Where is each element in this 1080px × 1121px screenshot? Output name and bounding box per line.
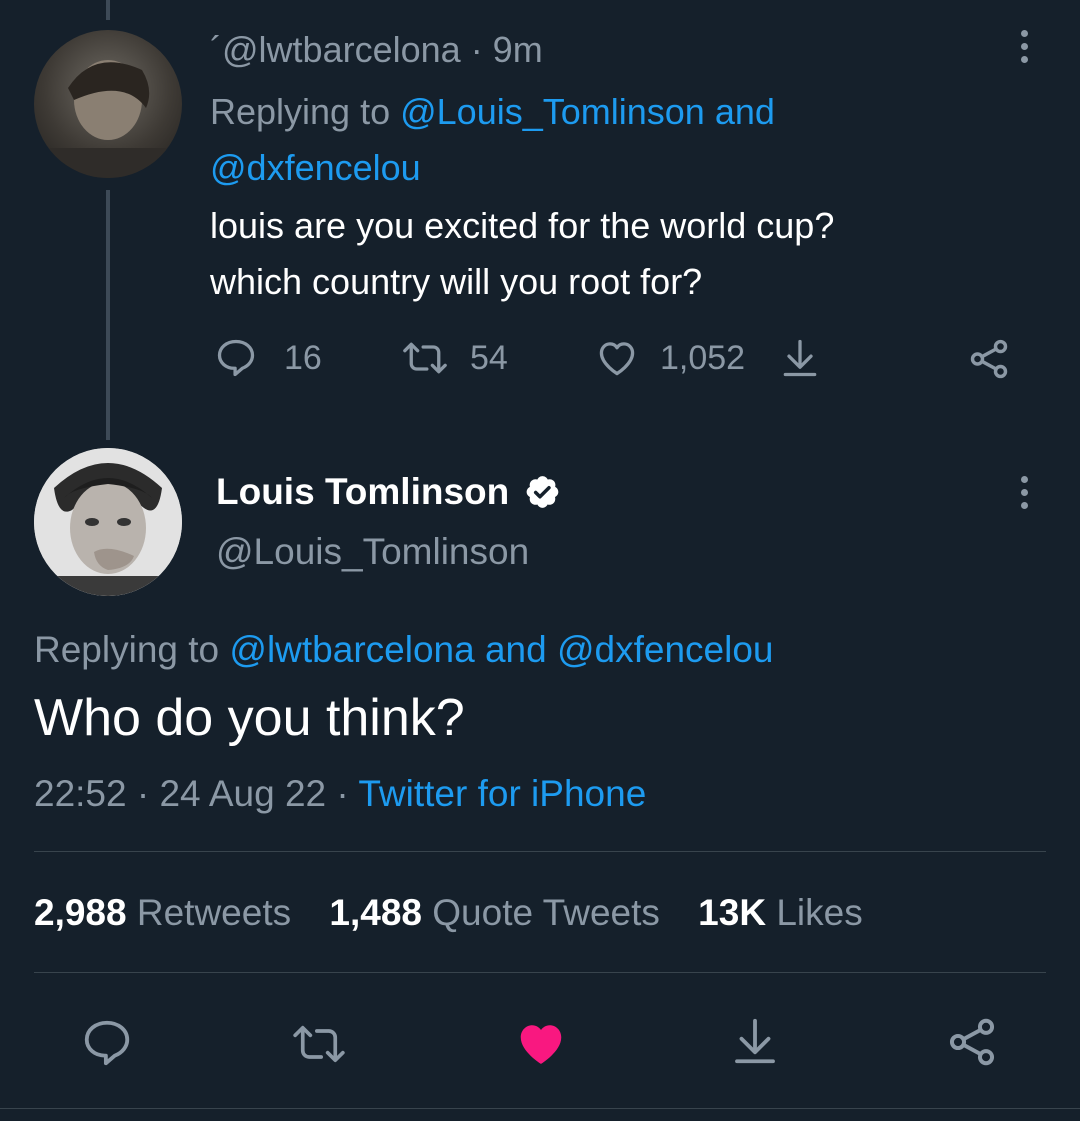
main-replying-to: Replying to @lwtbarcelona and @dxfencelo… bbox=[34, 626, 774, 674]
avatar-louis-tomlinson[interactable] bbox=[34, 448, 182, 596]
reply-replying-to: Replying to @Louis_Tomlinson and @dxfenc… bbox=[210, 84, 910, 196]
reply-text-line2: which country will you root for? bbox=[210, 261, 703, 302]
retweet-button[interactable]: 54 bbox=[398, 336, 508, 380]
reply-header: ´@lwtbarcelona · 9m bbox=[210, 28, 543, 72]
retweet-icon bbox=[403, 342, 447, 374]
main-retweet-button[interactable] bbox=[286, 1018, 352, 1070]
share-icon bbox=[970, 339, 1008, 379]
author-name-row: Louis Tomlinson bbox=[216, 470, 561, 514]
mention-louis[interactable]: @Louis_Tomlinson bbox=[400, 91, 705, 132]
engagement-stats: 2,988 Retweets 1,488 Quote Tweets 13K Li… bbox=[34, 888, 863, 938]
tweet-timestamp[interactable]: 22:52 · 24 Aug 22 · bbox=[34, 773, 358, 814]
bookmark-button[interactable] bbox=[778, 336, 822, 380]
replying-and: and bbox=[704, 91, 775, 132]
tweet-source[interactable]: Twitter for iPhone bbox=[358, 773, 646, 814]
likes-count: 13K bbox=[698, 892, 767, 933]
mention-lwtbarcelona[interactable]: @lwtbarcelona bbox=[229, 629, 474, 670]
like-button[interactable]: 1,052 bbox=[594, 336, 745, 380]
more-options-icon[interactable] bbox=[1020, 30, 1028, 63]
retweets-label: Retweets bbox=[126, 892, 292, 933]
display-name[interactable]: Louis Tomlinson bbox=[216, 470, 509, 514]
reply-text-line1: louis are you excited for the world cup? bbox=[210, 205, 835, 246]
replying-label: Replying to bbox=[210, 91, 401, 132]
handle-prefix: ´ bbox=[210, 29, 222, 70]
retweets-stat[interactable]: 2,988 Retweets bbox=[34, 892, 291, 933]
avatar-lwtbarcelona[interactable] bbox=[34, 30, 182, 178]
divider-footer bbox=[0, 1108, 1080, 1109]
author-handle[interactable]: @Louis_Tomlinson bbox=[216, 530, 529, 574]
replying-and: and bbox=[474, 629, 557, 670]
main-like-button[interactable] bbox=[512, 1016, 570, 1070]
quotes-label: Quote Tweets bbox=[421, 892, 660, 933]
divider-bottom bbox=[34, 972, 1046, 973]
reply-icon bbox=[84, 1020, 130, 1066]
reply-count: 16 bbox=[284, 338, 322, 377]
bookmark-icon bbox=[735, 1018, 775, 1064]
likes-label: Likes bbox=[766, 892, 863, 933]
verified-badge-icon bbox=[526, 476, 559, 508]
like-icon bbox=[599, 342, 635, 376]
reply-handle[interactable]: @lwtbarcelona bbox=[222, 29, 461, 70]
thread-line-top bbox=[106, 0, 110, 20]
reply-button[interactable]: 16 bbox=[214, 336, 322, 380]
retweets-count: 2,988 bbox=[34, 892, 127, 933]
reply-time[interactable]: · 9m bbox=[471, 29, 543, 70]
retweet-icon bbox=[293, 1025, 345, 1063]
main-share-button[interactable] bbox=[944, 1014, 1000, 1070]
thread-line bbox=[106, 190, 110, 440]
bookmark-icon bbox=[783, 339, 817, 377]
retweet-count: 54 bbox=[470, 338, 508, 377]
divider-top bbox=[34, 851, 1046, 852]
share-icon bbox=[949, 1018, 995, 1066]
main-tweet-text: Who do you think? bbox=[34, 689, 465, 747]
reply-icon bbox=[217, 339, 255, 377]
reply-text: louis are you excited for the world cup?… bbox=[210, 198, 1030, 310]
likes-stat[interactable]: 13K Likes bbox=[698, 892, 863, 933]
more-options-icon[interactable] bbox=[1020, 476, 1028, 509]
quotes-count: 1,488 bbox=[329, 892, 422, 933]
like-count: 1,052 bbox=[660, 338, 746, 377]
mention-dxfencelou[interactable]: @dxfencelou bbox=[210, 147, 421, 188]
like-icon bbox=[520, 1025, 562, 1064]
tweet-meta: 22:52 · 24 Aug 22 · Twitter for iPhone bbox=[34, 770, 646, 818]
mention-dxfencelou[interactable]: @dxfencelou bbox=[557, 629, 774, 670]
share-button[interactable] bbox=[966, 336, 1012, 382]
main-bookmark-button[interactable] bbox=[728, 1014, 782, 1068]
replying-label: Replying to bbox=[34, 629, 230, 670]
main-reply-button[interactable] bbox=[80, 1016, 134, 1070]
quotes-stat[interactable]: 1,488 Quote Tweets bbox=[329, 892, 660, 933]
